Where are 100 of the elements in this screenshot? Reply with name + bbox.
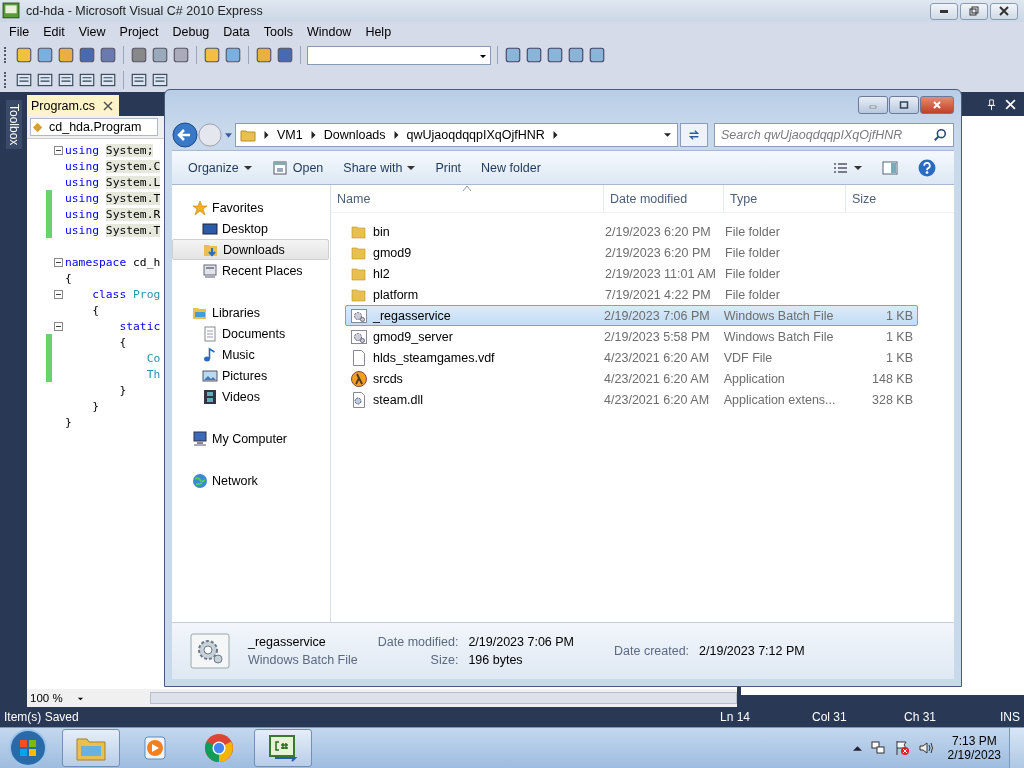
nav-item[interactable]: Downloads [172, 239, 329, 260]
date-cell-text: 7/19/2021 4:22 PM [605, 287, 712, 302]
volume-icon[interactable] [917, 740, 934, 756]
file-row[interactable]: hlds_steamgames.vdf 4/23/2021 6:20 AM VDF File 1 KB [345, 347, 918, 368]
menu-item[interactable]: Project [112, 25, 166, 39]
pin-icon[interactable] [986, 98, 997, 110]
toolbar-button[interactable]: Organize [180, 155, 260, 180]
column-header[interactable]: Date modified [604, 185, 724, 212]
clock[interactable]: 7:13 PM 2/19/2023 [947, 734, 1001, 762]
dropdown-arrow-icon[interactable] [664, 131, 671, 139]
file-row[interactable]: steam.dll 4/23/2021 6:20 AM Application extens... 328 KB [345, 389, 918, 410]
toolbar-button[interactable]: New folder [473, 155, 549, 180]
nav-item[interactable]: My Computer [172, 428, 329, 449]
code-text: { [65, 271, 72, 285]
zoom-dropdown[interactable]: 100 % [30, 692, 84, 704]
horizontal-scrollbar[interactable] [149, 692, 737, 704]
film-icon [202, 388, 218, 405]
type-cell-text: File folder [725, 224, 781, 239]
restore-button[interactable] [960, 2, 988, 20]
column-header[interactable]: Size [846, 185, 918, 212]
chevron-icon[interactable] [551, 131, 559, 139]
collapse-icon[interactable] [54, 145, 63, 155]
file-row[interactable]: platform 7/19/2021 4:22 PM File folder [345, 284, 918, 305]
menu-item[interactable]: View [71, 25, 113, 39]
type-cell-text: File folder [725, 266, 781, 281]
code-text: using [65, 207, 99, 221]
file-row[interactable]: gmod9 2/19/2023 6:20 PM File folder [345, 242, 918, 263]
gear-file-icon [351, 391, 367, 408]
search-icon[interactable] [933, 128, 947, 142]
history-dropdown-icon[interactable] [224, 130, 233, 140]
close-button[interactable] [990, 2, 1018, 20]
gear-file-icon [351, 307, 367, 324]
nav-item[interactable]: Network [172, 470, 329, 491]
network-icon[interactable] [869, 740, 886, 756]
menu-item[interactable]: Help [358, 25, 399, 39]
column-header[interactable]: Type [724, 185, 846, 212]
taskbar-button[interactable] [62, 729, 120, 767]
toolbox-tab[interactable]: Toolbox [5, 100, 22, 150]
taskbar-button[interactable] [254, 729, 312, 767]
file-row[interactable]: srcds 4/23/2021 6:20 AM Application 148 KB [345, 368, 918, 389]
breadcrumb-item[interactable]: qwUjaoqdqqpIXqOjfHNR [406, 128, 545, 142]
type-cell-text: Windows Batch File [723, 308, 835, 323]
start-button[interactable] [8, 728, 48, 768]
collapse-icon[interactable] [54, 289, 63, 299]
menu-item[interactable]: Data [216, 25, 257, 39]
file-row[interactable]: hl2 2/19/2023 11:01 AM File folder [345, 263, 918, 284]
maximize-button[interactable] [889, 96, 919, 114]
menu-item[interactable]: Debug [165, 25, 217, 39]
breadcrumb-item[interactable]: VM1 [277, 128, 303, 142]
code-text: } [92, 399, 100, 413]
refresh-button[interactable] [680, 123, 708, 147]
collapse-icon[interactable] [54, 321, 63, 331]
menu-item[interactable]: Edit [36, 25, 72, 39]
monitor-icon [202, 220, 218, 237]
size-cell-text: 148 KB [871, 371, 914, 386]
clock-time: 7:13 PM [951, 734, 997, 748]
column-header[interactable]: Name [331, 185, 604, 212]
type-cell-text: Application extens... [723, 392, 837, 407]
nav-item[interactable]: Recent Places [172, 260, 329, 281]
chevron-icon[interactable] [263, 131, 270, 139]
file-row[interactable]: gmod9_server 2/19/2023 5:58 PM Windows Batch File 1 KB [345, 326, 918, 347]
code-text: using [65, 159, 99, 173]
chevron-icon[interactable] [309, 131, 317, 139]
type-dropdown[interactable]: cd_hda.Program [30, 118, 158, 136]
menu-item[interactable]: Window [299, 25, 359, 39]
menu-item[interactable]: Tools [256, 25, 300, 39]
code-text: System.T [105, 223, 161, 237]
nav-item[interactable]: Pictures [172, 365, 329, 386]
nav-item[interactable]: Desktop [172, 218, 329, 239]
code-text: Th [146, 367, 161, 381]
back-button[interactable] [172, 122, 198, 148]
address-bar[interactable]: VM1 Downloads qwUjaoqdqqpIXqOjfHNR [235, 123, 678, 147]
document-tab[interactable]: Program.cs [27, 95, 119, 116]
toolbar-button[interactable]: Print [427, 155, 470, 180]
menu-item[interactable]: File [2, 25, 37, 39]
close-icon[interactable] [102, 100, 113, 111]
file-row[interactable]: _regasservice 2/19/2023 7:06 PM Windows Batch File 1 KB [345, 305, 918, 326]
close-icon [932, 100, 942, 110]
nav-item[interactable]: Documents [172, 323, 329, 344]
nav-item[interactable]: Libraries [172, 302, 329, 323]
action-center-icon[interactable] [893, 740, 910, 756]
toolbar-button[interactable]: Open [263, 155, 332, 180]
music-note-icon [202, 346, 218, 363]
collapse-icon[interactable] [54, 257, 63, 267]
configuration-dropdown[interactable] [307, 45, 491, 65]
nav-item[interactable]: Music [172, 344, 329, 365]
file-row[interactable]: bin 2/19/2023 6:20 PM File folder [345, 221, 918, 242]
globe-icon [192, 472, 208, 489]
minimize-button[interactable] [930, 2, 958, 20]
search-field[interactable]: Search qwUjaoqdqqpIXqOjfHNR [714, 123, 954, 147]
toolbar-button[interactable]: Share with [335, 155, 424, 180]
chevron-icon[interactable] [392, 131, 400, 139]
computer-icon [192, 430, 208, 447]
clock-date: 2/19/2023 [947, 748, 1001, 762]
show-hidden-icons-icon[interactable] [852, 743, 862, 753]
document-icon [202, 325, 218, 342]
nav-item[interactable]: Favorites [172, 197, 329, 218]
nav-item[interactable]: Videos [172, 386, 329, 407]
preview-pane-icon [882, 160, 898, 175]
breadcrumb-item[interactable]: Downloads [323, 128, 386, 142]
